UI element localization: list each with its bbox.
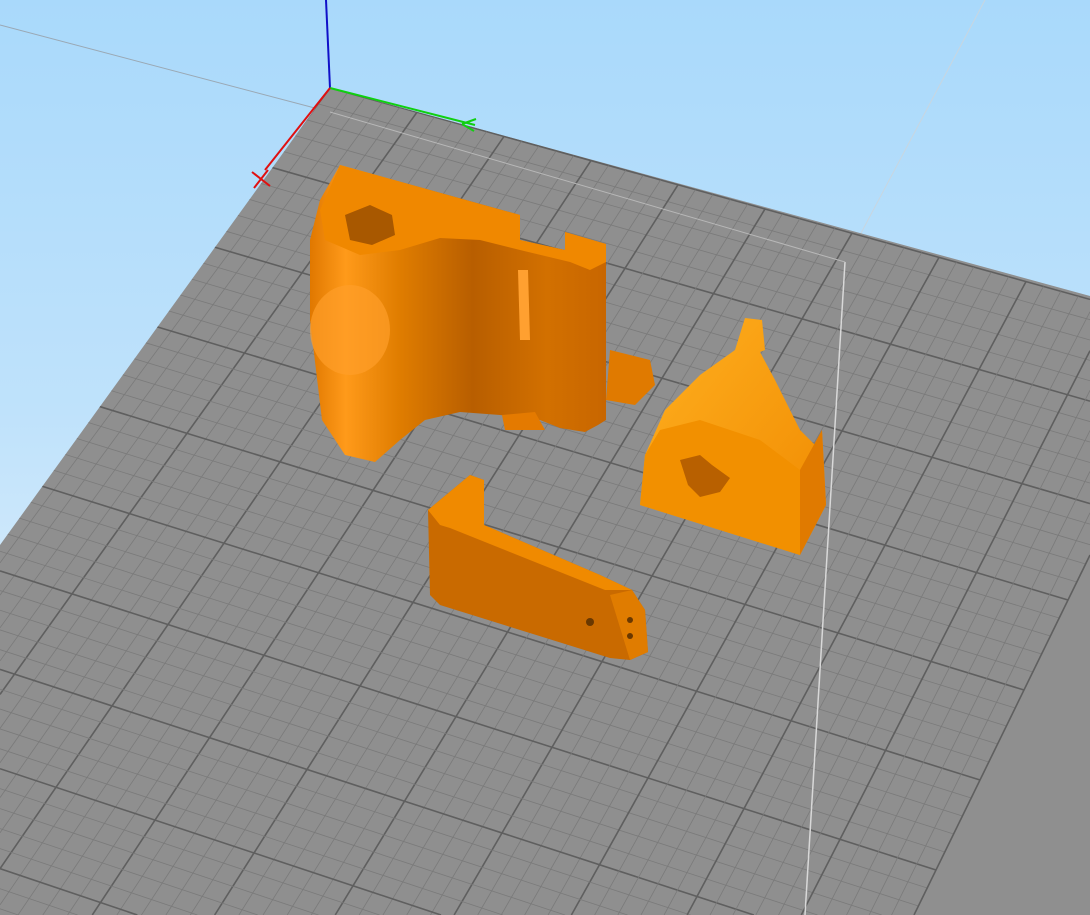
bounding-line: [859, 0, 986, 236]
3d-viewport[interactable]: [0, 0, 1090, 915]
bounding-line: [0, 24, 331, 113]
housing-highlight: [310, 285, 390, 375]
clip-hole: [627, 617, 633, 623]
scene[interactable]: [0, 0, 1090, 915]
clip-hole: [627, 633, 633, 639]
clip-hole: [586, 618, 594, 626]
housing-slot: [518, 270, 530, 340]
z-axis: [325, 0, 331, 89]
print-bed[interactable]: [0, 88, 1090, 915]
